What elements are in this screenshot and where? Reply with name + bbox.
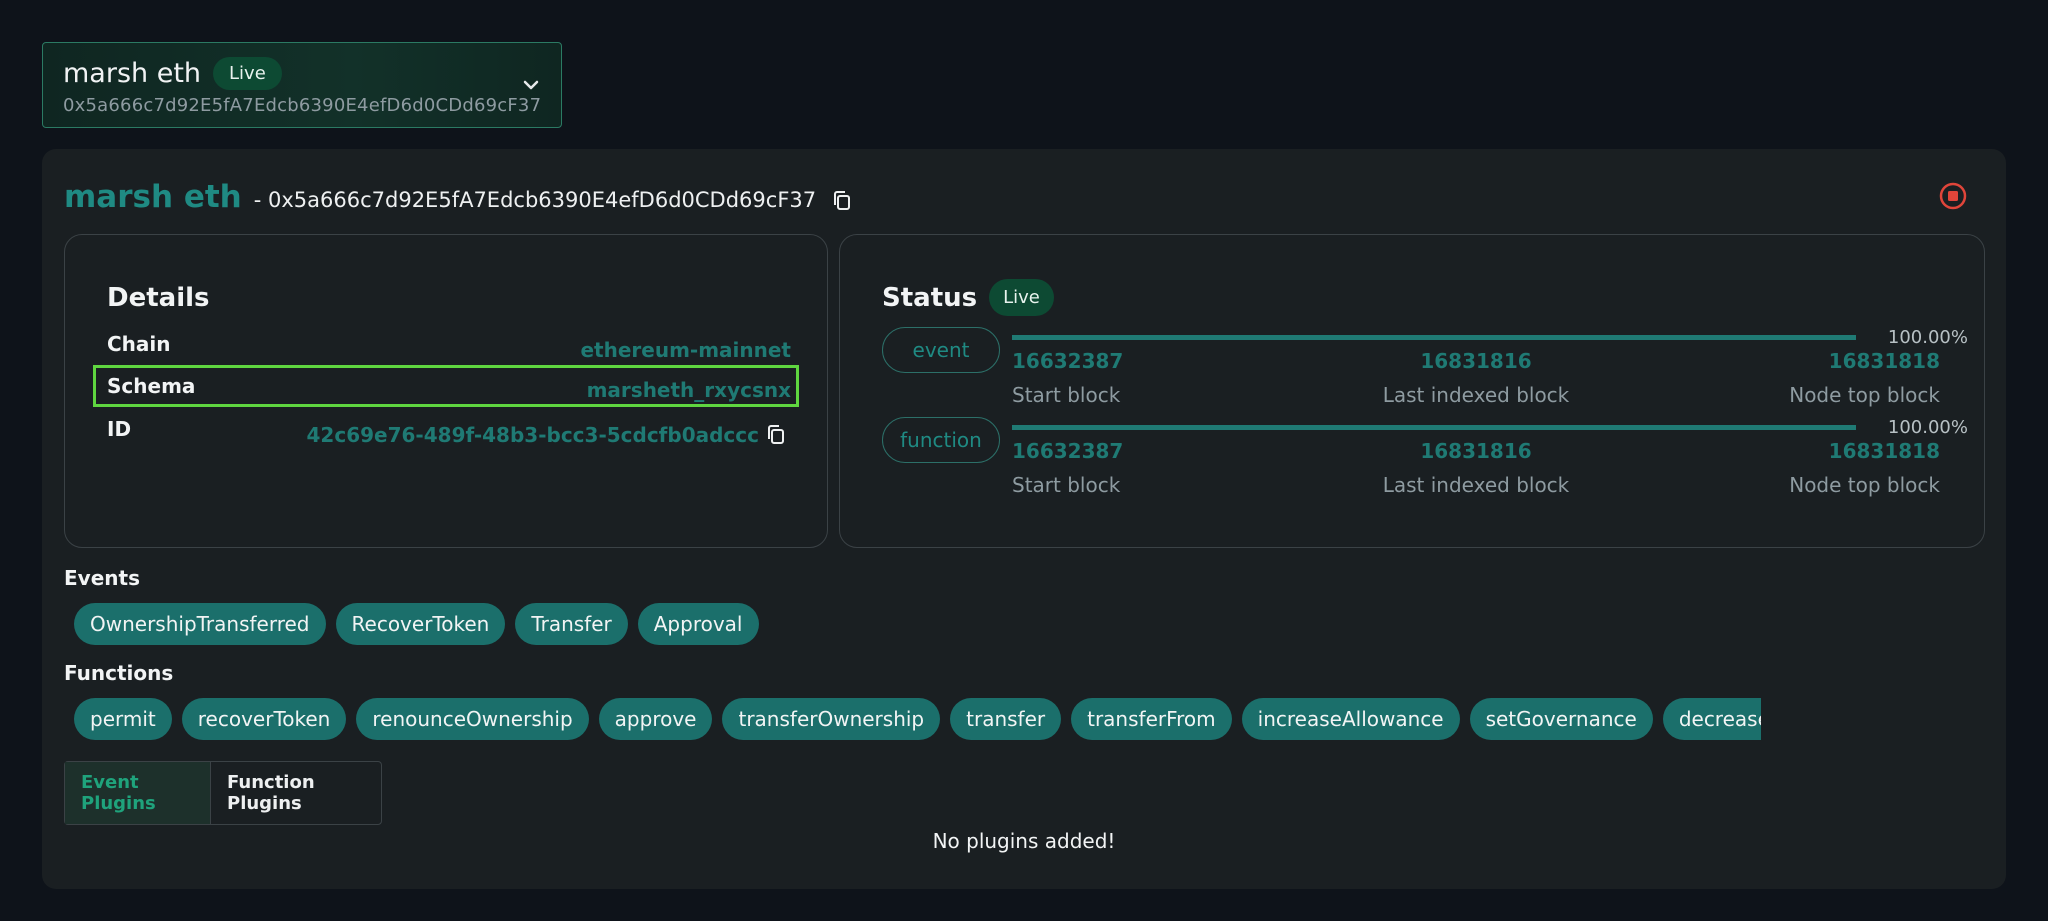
detail-value: ethereum-mainnet <box>580 338 791 362</box>
block-stats: 16632387 Start block 16831816 Last index… <box>1012 439 1940 499</box>
status-group-function: function 100.00% 16632387 Start block 16… <box>882 417 1968 497</box>
chevron-down-icon[interactable] <box>519 73 543 97</box>
progress-bar <box>1012 425 1856 430</box>
functions-list: permit recoverToken renounceOwnership ap… <box>74 698 1761 740</box>
stop-icon[interactable] <box>1938 181 1968 211</box>
function-chip[interactable]: increaseAllowance <box>1241 698 1460 740</box>
detail-row-schema: Schema marsheth_rxycsnx <box>93 365 799 407</box>
node-top-value: 16831818 <box>1828 439 1940 463</box>
status-group-label: event <box>882 327 1000 373</box>
function-chip[interactable]: transfer <box>950 698 1062 740</box>
selector-address: 0x5a666c7d92E5fA7Edcb6390E4efD6d0CDd69cF… <box>63 95 542 116</box>
details-card: Details Chain ethereum-mainnet Schema ma… <box>64 234 828 548</box>
selector-name: marsh eth <box>63 58 202 89</box>
function-chip[interactable]: approve <box>598 698 713 740</box>
events-label: Events <box>64 566 140 590</box>
detail-label: Schema <box>107 374 196 398</box>
detail-label: ID <box>107 417 132 441</box>
block-stats: 16632387 Start block 16831816 Last index… <box>1012 349 1940 409</box>
function-chip[interactable]: decreaseA <box>1662 698 1761 740</box>
indexer-selector[interactable]: marsh eth Live 0x5a666c7d92E5fA7Edcb6390… <box>42 42 562 128</box>
function-chip[interactable]: renounceOwnership <box>356 698 589 740</box>
node-top-block: 16831818 Node top block <box>1789 439 1940 497</box>
tab-function-plugins[interactable]: Function Plugins <box>211 762 381 824</box>
node-top-label: Node top block <box>1789 383 1940 407</box>
progress-percent: 100.00% <box>1887 417 1968 438</box>
node-top-value: 16831818 <box>1828 349 1940 373</box>
function-chip[interactable]: setGovernance <box>1469 698 1653 740</box>
event-chip[interactable]: RecoverToken <box>335 603 506 645</box>
events-list: OwnershipTransferred RecoverToken Transf… <box>74 603 759 645</box>
contract-address: - 0x5a666c7d92E5fA7Edcb6390E4efD6d0CDd69… <box>254 188 851 212</box>
detail-value: 42c69e76-489f-48b3-bcc3-5cdcfb0adccc <box>306 423 759 447</box>
empty-plugins-message: No plugins added! <box>932 829 1116 853</box>
node-top-label: Node top block <box>1789 473 1940 497</box>
functions-label: Functions <box>64 661 174 685</box>
progress-percent: 100.00% <box>1887 327 1968 348</box>
copy-icon[interactable] <box>833 191 851 211</box>
plugin-tabs: Event Plugins Function Plugins <box>64 761 382 825</box>
contract-address-text: - 0x5a666c7d92E5fA7Edcb6390E4efD6d0CDd69… <box>253 188 817 212</box>
detail-value: marsheth_rxycsnx <box>586 378 791 402</box>
live-badge: Live <box>989 279 1054 316</box>
function-chip[interactable]: permit <box>74 698 172 740</box>
function-chip[interactable]: transferFrom <box>1071 698 1232 740</box>
status-header: Status Live <box>882 279 1054 316</box>
detail-label: Chain <box>107 332 171 356</box>
status-title: Status <box>882 282 978 313</box>
node-top-block: 16831818 Node top block <box>1789 349 1940 407</box>
event-chip[interactable]: Approval <box>637 603 759 645</box>
function-chip[interactable]: recoverToken <box>181 698 347 740</box>
event-chip[interactable]: Transfer <box>515 603 628 645</box>
copy-icon[interactable] <box>767 425 785 445</box>
panel-header: marsh eth - 0x5a666c7d92E5fA7Edcb6390E4e… <box>64 179 851 215</box>
progress-bar <box>1012 335 1856 340</box>
status-group-event: event 100.00% 16632387 Start block 16831… <box>882 327 1968 407</box>
detail-row-id: ID 42c69e76-489f-48b3-bcc3-5cdcfb0adccc <box>93 415 799 457</box>
status-group-label: function <box>882 417 1000 463</box>
event-chip[interactable]: OwnershipTransferred <box>74 603 326 645</box>
details-title: Details <box>107 283 210 313</box>
tab-event-plugins[interactable]: Event Plugins <box>65 762 211 824</box>
page-title: marsh eth <box>64 179 242 215</box>
live-badge: Live <box>213 57 282 90</box>
selector-header: marsh eth Live <box>63 57 282 90</box>
status-card: Status Live event 100.00% 16632387 Start… <box>839 234 1985 548</box>
indexer-panel: marsh eth - 0x5a666c7d92E5fA7Edcb6390E4e… <box>42 149 2006 889</box>
function-chip[interactable]: transferOwnership <box>722 698 941 740</box>
